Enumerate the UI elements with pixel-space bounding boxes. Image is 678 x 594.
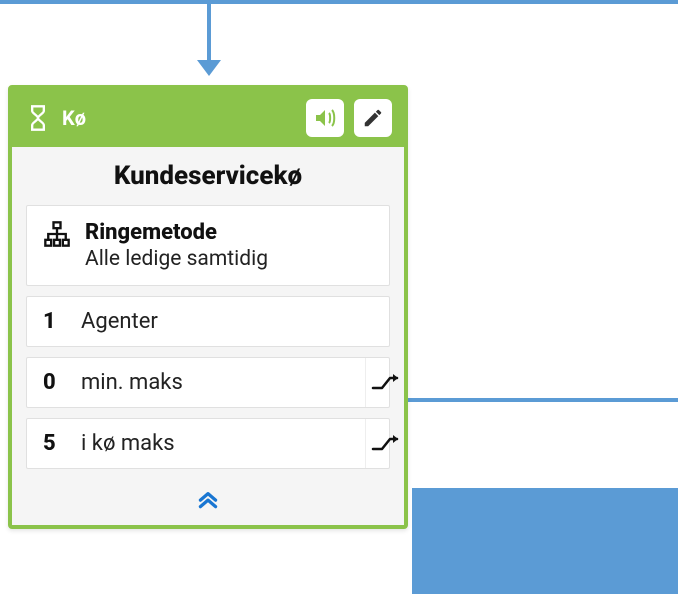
row-min-max[interactable]: 0 min. maks [26, 357, 390, 408]
connector-down [207, 0, 211, 64]
sound-button[interactable] [306, 99, 344, 137]
ring-method-text: Ringemetode Alle ledige samtidig [85, 220, 268, 271]
row-agents-label: Agenter [81, 309, 373, 334]
edit-button[interactable] [354, 99, 392, 137]
arrow-down [197, 60, 221, 76]
row-queue-max-branch[interactable] [365, 419, 405, 468]
hourglass-icon [24, 104, 52, 132]
card-body: Kundeservicekø Ringemetode Alle ledige s… [12, 147, 404, 525]
collapse-button[interactable] [26, 479, 390, 519]
queue-card: Kø Kundeservicekø [8, 85, 408, 529]
row-queue-max-count: 5 [43, 431, 67, 456]
ring-method-value: Alle ledige samtidig [85, 247, 268, 271]
ring-method-label: Ringemetode [85, 220, 268, 245]
row-min-max-count: 0 [43, 370, 67, 395]
row-agents-count: 1 [43, 309, 67, 334]
branch-icon [371, 373, 401, 393]
connector-right [408, 398, 678, 402]
blue-panel [412, 488, 678, 594]
chevron-double-up-icon [195, 487, 221, 509]
sound-icon [313, 106, 337, 130]
branch-icon [371, 434, 401, 454]
row-queue-max-label: i kø maks [81, 431, 351, 456]
row-min-max-label: min. maks [81, 370, 351, 395]
card-title: Kø [62, 106, 296, 130]
row-min-max-branch[interactable] [365, 358, 405, 407]
row-agents[interactable]: 1 Agenter [26, 296, 390, 347]
connector-top [0, 0, 678, 4]
edit-icon [362, 107, 384, 129]
queue-title: Kundeservicekø [26, 161, 390, 191]
card-header: Kø [12, 89, 404, 147]
hierarchy-icon [43, 220, 71, 248]
ring-method-panel[interactable]: Ringemetode Alle ledige samtidig [26, 205, 390, 286]
row-queue-max[interactable]: 5 i kø maks [26, 418, 390, 469]
